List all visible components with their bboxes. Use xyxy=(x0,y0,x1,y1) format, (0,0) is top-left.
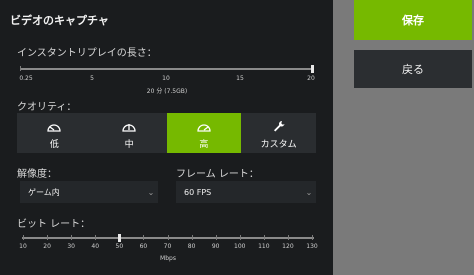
replay-tick-label: 5 xyxy=(90,75,94,82)
bitrate-tick xyxy=(215,235,217,240)
quality-option-custom[interactable]: カスタム xyxy=(241,113,316,153)
replay-slider-track[interactable] xyxy=(20,68,314,70)
replay-value-readout: 20 分 (7.5GB) xyxy=(146,88,188,95)
bitrate-tick xyxy=(143,235,145,240)
bitrate-tick xyxy=(71,235,73,240)
quality-option-label: 中 xyxy=(124,140,134,150)
quality-option-high[interactable]: 高 xyxy=(166,113,242,153)
bitrate-tick-label: 20 xyxy=(43,243,51,250)
bitrate-tick-label: 120 xyxy=(282,243,294,250)
video-capture-panel: ビデオのキャプチャ インスタントリプレイの長さ： 0.25 5 10 15 20… xyxy=(0,0,333,275)
bitrate-tick-label: 100 xyxy=(234,243,246,250)
bitrate-tick-label: 70 xyxy=(163,243,172,250)
replay-tick-label: 20 xyxy=(307,75,315,82)
quality-option-medium[interactable]: 中 xyxy=(91,113,167,153)
replay-tick-label: 0.25 xyxy=(19,75,33,82)
replay-length-label: インスタントリプレイの長さ： xyxy=(17,48,157,59)
quality-selector[interactable]: 低 中 高 カスタム xyxy=(17,113,316,153)
back-button[interactable]: 戻る xyxy=(354,50,472,88)
bitrate-tick xyxy=(47,235,49,240)
quality-label: クオリティ： xyxy=(17,102,77,113)
bitrate-label: ビット レート： xyxy=(17,219,91,230)
quality-option-label: カスタム xyxy=(260,140,297,150)
bitrate-tick-label: 10 xyxy=(19,243,27,250)
replay-tick-label: 10 xyxy=(162,75,170,82)
panel-title: ビデオのキャプチャ xyxy=(10,14,109,27)
bitrate-tick-label: 40 xyxy=(91,243,100,250)
bitrate-unit: Mbps xyxy=(160,255,176,262)
gauge-high-icon xyxy=(197,124,211,132)
bitrate-slider-handle[interactable] xyxy=(118,234,122,242)
bitrate-tick xyxy=(287,235,289,240)
bitrate-tick-label: 90 xyxy=(211,243,220,250)
replay-slider-handle[interactable] xyxy=(311,65,314,73)
chevron-down-icon: ⌄ xyxy=(147,187,155,197)
framerate-label: フレーム レート： xyxy=(176,169,259,180)
chevron-down-icon: ⌄ xyxy=(305,187,313,197)
bitrate-tick-label: 130 xyxy=(306,243,318,250)
bitrate-tick xyxy=(23,235,24,240)
bitrate-tick xyxy=(191,235,193,240)
replay-tick xyxy=(20,66,21,71)
quality-option-label: 高 xyxy=(199,140,209,150)
bitrate-tick-label: 110 xyxy=(258,243,270,250)
bitrate-tick-label: 80 xyxy=(187,243,196,250)
quality-option-low[interactable]: 低 xyxy=(17,113,92,153)
quality-option-label: 低 xyxy=(49,140,59,150)
framerate-dropdown[interactable]: 60 FPS ⌄ xyxy=(176,181,316,203)
save-button[interactable]: 保存 xyxy=(354,0,472,40)
bitrate-tick xyxy=(312,235,313,240)
bitrate-tick xyxy=(95,235,97,240)
bitrate-tick-label: 30 xyxy=(67,243,75,250)
gauge-low-icon xyxy=(47,124,62,132)
replay-tick-label: 15 xyxy=(236,75,244,82)
bitrate-tick-label: 60 xyxy=(139,243,148,250)
resolution-dropdown[interactable]: ゲーム内 ⌄ xyxy=(20,181,158,203)
bitrate-tick xyxy=(239,235,241,240)
framerate-value: 60 FPS xyxy=(184,187,212,197)
bitrate-tick-label: 50 xyxy=(115,243,124,250)
wrench-icon xyxy=(273,121,285,132)
resolution-value: ゲーム内 xyxy=(28,187,60,197)
gauge-medium-icon xyxy=(122,124,136,132)
bitrate-tick xyxy=(263,235,265,240)
resolution-label: 解像度： xyxy=(17,169,57,180)
bitrate-tick xyxy=(167,235,169,240)
